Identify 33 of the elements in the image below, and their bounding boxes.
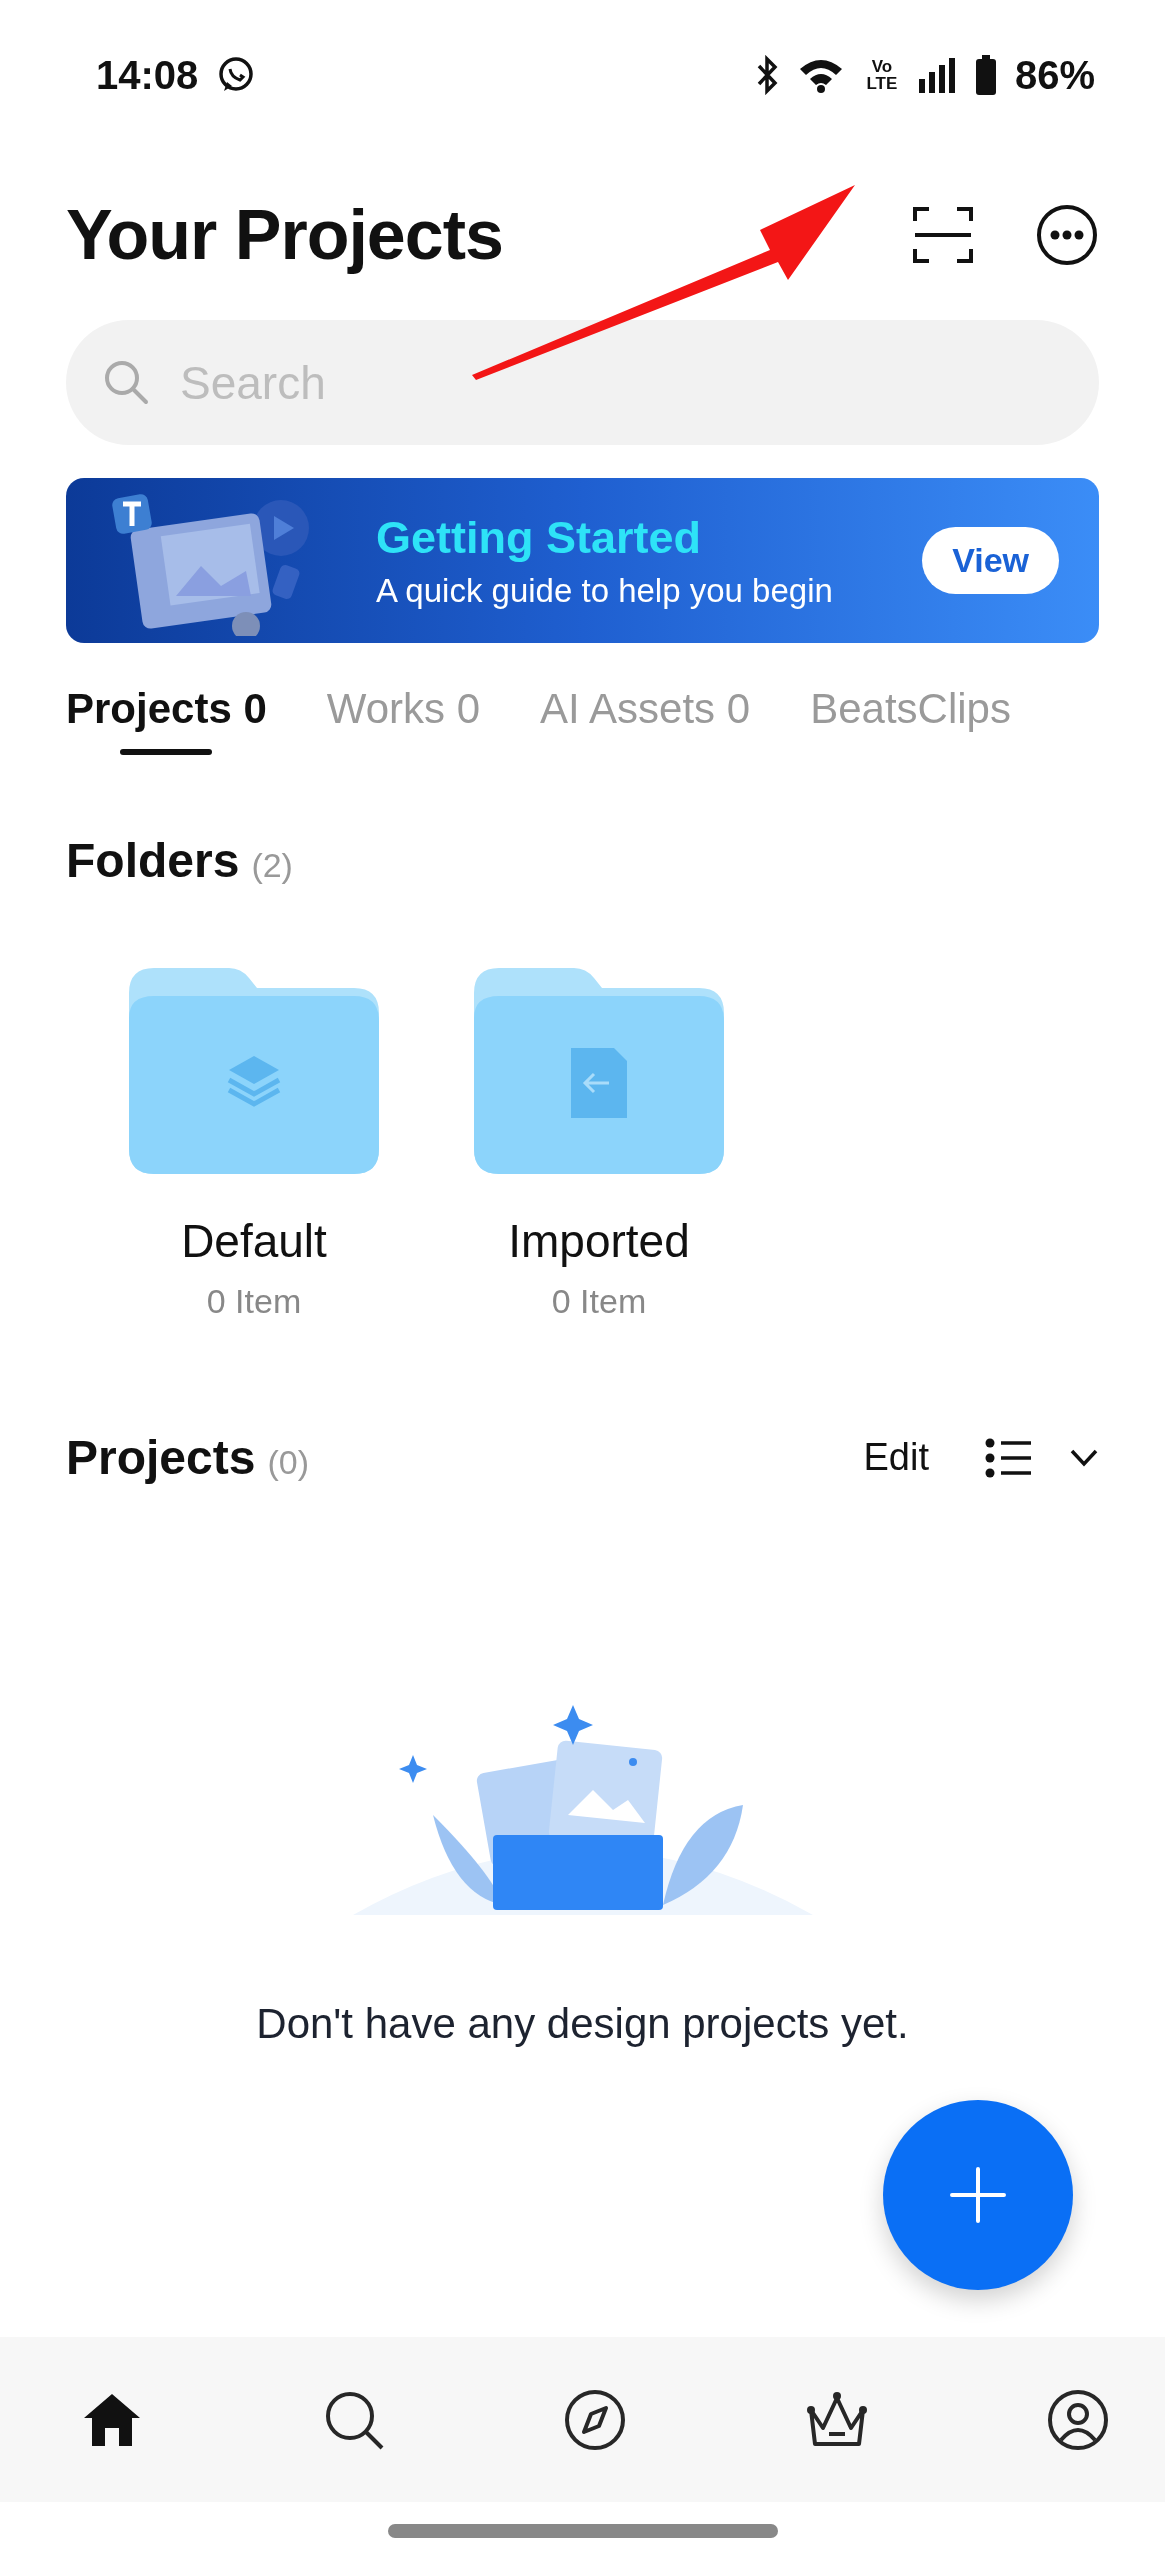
banner-subtitle: A quick guide to help you begin (376, 571, 834, 610)
folder-count: (2) (251, 846, 293, 885)
section-title: Projects (66, 1430, 256, 1485)
status-time: 14:08 (96, 52, 199, 98)
file-import-icon (571, 1048, 627, 1118)
profile-icon[interactable] (1046, 2387, 1110, 2452)
network-label: Vo LTE (865, 58, 899, 92)
list-view-icon[interactable] (985, 1437, 1033, 1478)
search-icon (102, 358, 150, 406)
folder-item-count: 0 Item (551, 1282, 647, 1321)
folder-name: Default (181, 1214, 327, 1268)
battery-percent: 86% (1014, 52, 1095, 98)
banner-title: Getting Started (376, 511, 703, 564)
more-icon[interactable] (1035, 203, 1099, 267)
empty-state-message: Don't have any design projects yet. (256, 2000, 909, 2048)
folder-item-count: 0 Item (206, 1282, 302, 1321)
tab[interactable]: BeatsClips (810, 685, 1011, 773)
page-title: Your Projects (66, 195, 504, 275)
edit-button[interactable]: Edit (863, 1436, 929, 1479)
tab[interactable]: Projects 0 (66, 685, 267, 773)
section-title: Folders (66, 833, 240, 888)
tab[interactable]: AI Assets 0 (540, 685, 751, 773)
layers-icon (227, 1056, 281, 1107)
plus-icon (948, 2165, 1008, 2225)
battery-icon (974, 54, 997, 96)
signal-icon (916, 55, 957, 95)
compass-icon[interactable] (563, 2387, 627, 2452)
banner[interactable]: Getting Started A quick guide to help you begin View (66, 478, 1099, 643)
tab[interactable]: Works 0 (326, 685, 481, 773)
view-button[interactable]: View (922, 527, 1059, 594)
project-count: (0) (267, 1443, 309, 1482)
chevron-down-icon[interactable] (1069, 1447, 1099, 1468)
folder-name: Imported (508, 1214, 690, 1268)
